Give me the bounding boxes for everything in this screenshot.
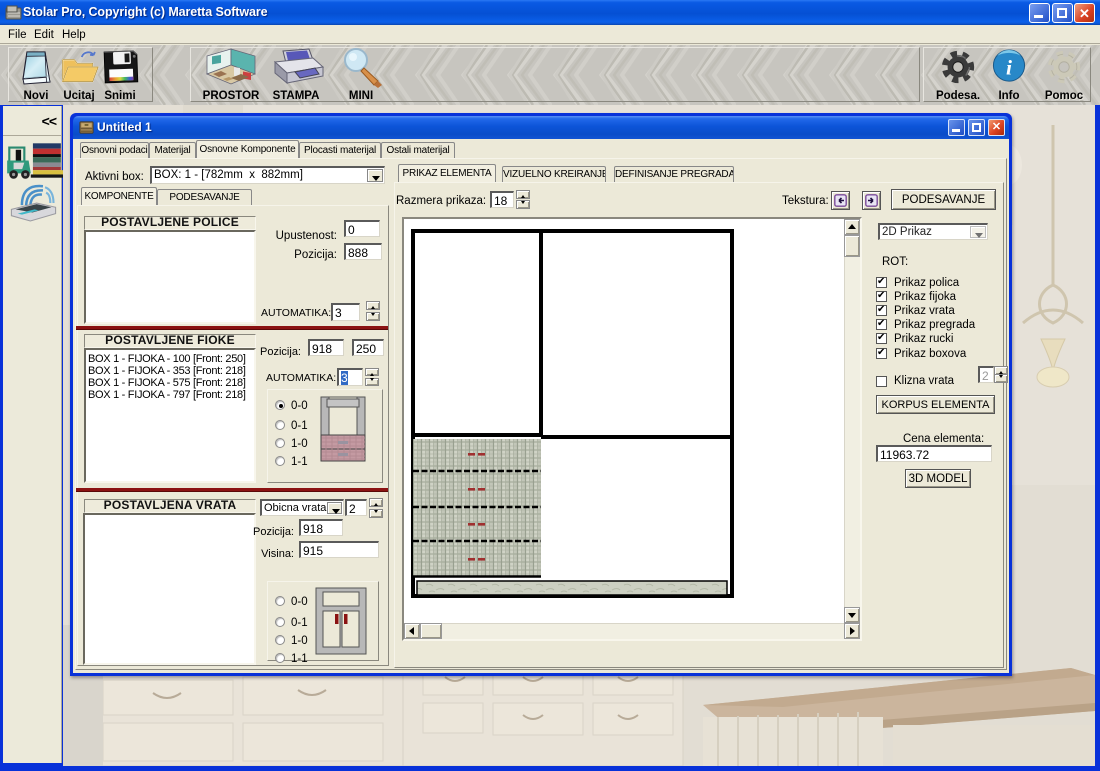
svg-text:i: i: [1006, 55, 1012, 79]
